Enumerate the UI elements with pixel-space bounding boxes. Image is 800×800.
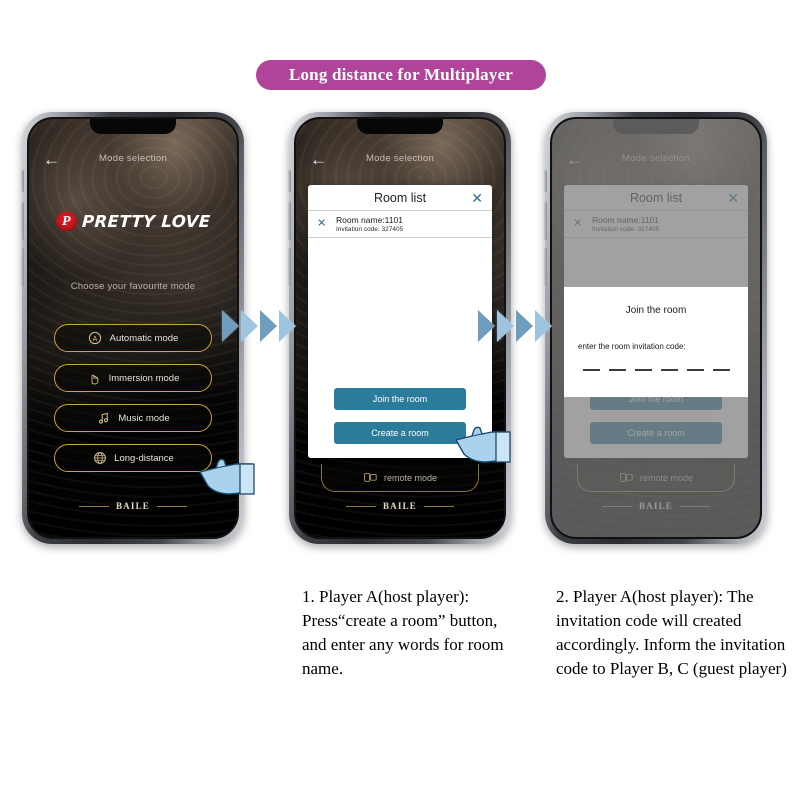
phone-side-button-mute[interactable] (21, 170, 24, 192)
join-the-room-button[interactable]: Join the room (334, 388, 466, 410)
screen-header: ← Mode selection (29, 151, 237, 171)
phone-side-button-volume-up[interactable] (21, 202, 24, 240)
join-room-overlay: Join the room enter the room invitation … (564, 287, 748, 397)
page-title: Long distance for Multiplayer (288, 65, 514, 84)
footer-brand: BAILE (29, 501, 237, 511)
screen-header: ← Mode selection (296, 151, 504, 171)
chevron-right-icon (497, 310, 514, 342)
screen-title: Mode selection (98, 153, 168, 164)
room-list-dialog: Room list ✕ ✕ Room name:1101 Invitation … (308, 185, 492, 458)
page-title-banner: Long distance for Multiplayer (256, 60, 546, 90)
brand-logo: P PRETTY LOVE (29, 212, 237, 231)
dialog-header: Room list ✕ (308, 185, 492, 211)
screen-subtitle: Choose your favourite mode (70, 281, 196, 292)
phone-screen-2: ← Mode selection remote mode BAILE Room … (294, 117, 506, 539)
remote-mode-button[interactable]: remote mode (321, 464, 479, 492)
join-the-room-label: Join the room (372, 394, 428, 404)
invitation-code-input[interactable] (582, 369, 730, 371)
pointing-hand-cursor-icon (452, 420, 514, 466)
mode-button-immersion[interactable]: Immersion mode (54, 364, 212, 392)
mode-label-immersion: Immersion mode (108, 372, 180, 384)
footer-brand-text: BAILE (115, 501, 150, 511)
chevron-right-icon (478, 310, 495, 342)
chevron-right-icon (516, 310, 533, 342)
footer-rule-right (424, 505, 454, 507)
footer-brand-text: BAILE (382, 501, 417, 511)
code-slot[interactable] (608, 369, 626, 371)
automatic-circle-a-icon: A (88, 331, 103, 346)
code-slot[interactable] (660, 369, 678, 371)
flow-arrows-2 (478, 310, 552, 342)
chevron-right-icon (279, 310, 296, 342)
mode-label-music: Music mode (118, 412, 170, 424)
mode-button-long-distance[interactable]: Long-distance (54, 444, 212, 472)
remote-mode-label: remote mode (383, 472, 438, 483)
phone-side-button-mute[interactable] (288, 170, 291, 192)
phone-side-button-volume-up[interactable] (544, 202, 547, 240)
hand-pointer-icon (87, 371, 102, 386)
room-list-item[interactable]: ✕ Room name:1101 Invitation code: 327405 (308, 211, 492, 238)
footer-rule-left (345, 505, 376, 507)
room-list-empty-area (308, 238, 492, 388)
logo-p-mark-icon: P (55, 212, 77, 231)
mode-button-list: A Automatic mode Immersion mode Music mo… (54, 324, 212, 472)
room-name-label: Room name:1101 (336, 215, 403, 225)
pointing-hand-cursor-icon (196, 452, 258, 498)
phone-side-button-volume-down[interactable] (21, 248, 24, 286)
mode-label-long-distance: Long-distance (114, 452, 174, 464)
phone-notch (357, 119, 443, 134)
invitation-code-label: Invitation code: 327405 (336, 226, 404, 233)
chevron-right-icon (222, 310, 239, 342)
close-x-icon[interactable]: ✕ (471, 191, 483, 205)
create-a-room-label: Create a room (371, 428, 429, 438)
mode-button-music[interactable]: Music mode (54, 404, 212, 432)
code-slot[interactable] (712, 369, 730, 371)
create-a-room-button[interactable]: Create a room (334, 422, 466, 444)
logo-wordmark: PRETTY LOVE (81, 212, 211, 231)
phone-screen-3: ← Mode selection remote mode BAILE Room … (550, 117, 762, 539)
chevron-right-icon (535, 310, 552, 342)
code-slot[interactable] (686, 369, 704, 371)
footer-rule-left (78, 505, 109, 507)
phone-side-button-volume-up[interactable] (288, 202, 291, 240)
join-room-title: Join the room (625, 305, 687, 316)
mode-button-automatic[interactable]: A Automatic mode (54, 324, 212, 352)
caption-step-2: 2. Player A(host player): The invitation… (556, 587, 787, 679)
footer-brand: BAILE (296, 501, 504, 511)
phone-notch (90, 119, 176, 134)
remote-control-icon (363, 470, 378, 485)
phone-mockup-3: ← Mode selection remote mode BAILE Room … (544, 112, 767, 544)
flow-arrows-1 (222, 310, 296, 342)
phone-side-button-mute[interactable] (544, 170, 547, 192)
footer-rule-right (157, 505, 187, 507)
invitation-code-field-label: enter the room invitation code: (578, 342, 686, 351)
phone-side-button-volume-down[interactable] (544, 248, 547, 286)
screen-title: Mode selection (365, 153, 435, 164)
phone-side-button-volume-down[interactable] (288, 248, 291, 286)
code-slot[interactable] (634, 369, 652, 371)
music-note-icon (96, 411, 111, 426)
dialog-title: Room list (373, 190, 427, 205)
mode-label-automatic: Automatic mode (109, 332, 179, 344)
chevron-right-icon (260, 310, 277, 342)
svg-text:A: A (93, 336, 98, 343)
caption-step-1: 1. Player A(host player): Press“create a… (302, 587, 504, 679)
globe-icon (92, 451, 107, 466)
code-slot[interactable] (582, 369, 600, 371)
remove-room-close-x-icon[interactable]: ✕ (317, 218, 326, 230)
chevron-right-icon (241, 310, 258, 342)
